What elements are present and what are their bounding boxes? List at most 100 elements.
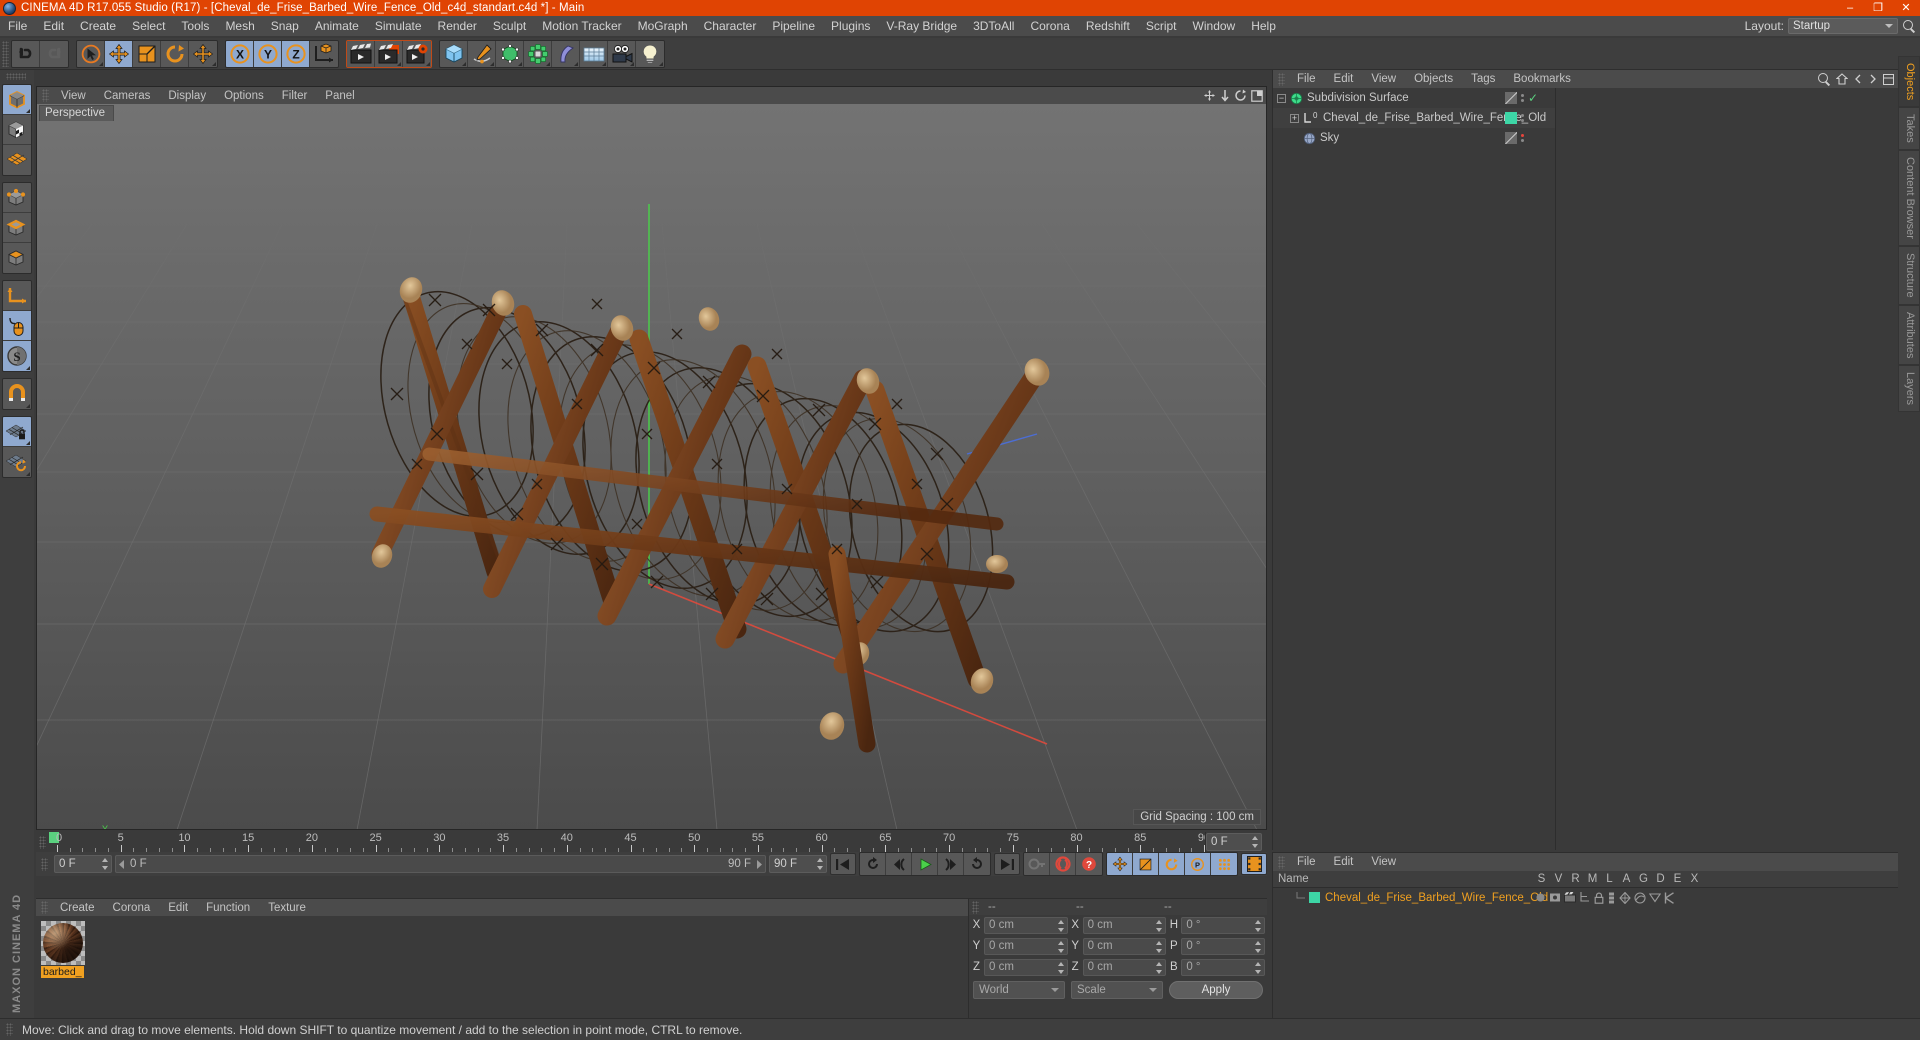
add-light-button[interactable]	[636, 40, 664, 67]
object-row[interactable]: − Subdivision Surface ✓	[1273, 88, 1555, 108]
menu-select[interactable]: Select	[124, 16, 173, 37]
attribute-menu-view[interactable]: View	[1362, 856, 1405, 868]
expand-icon[interactable]: +	[1290, 113, 1299, 123]
maximize-view-icon[interactable]	[1251, 89, 1263, 102]
spinner-icon[interactable]	[1255, 940, 1262, 953]
expression-icon[interactable]	[1649, 892, 1661, 903]
goto-start-button[interactable]	[830, 853, 856, 875]
menu-edit[interactable]: Edit	[35, 16, 72, 37]
forward-loop-button[interactable]	[964, 853, 990, 875]
spinner-icon[interactable]	[817, 858, 824, 870]
visibility-dots-icon[interactable]	[1521, 134, 1524, 142]
autokeying-button[interactable]	[1050, 853, 1076, 875]
menu-animate[interactable]: Animate	[307, 16, 367, 37]
menu-corona[interactable]: Corona	[1022, 16, 1077, 37]
keyframe-selection-button[interactable]: ?	[1076, 853, 1102, 875]
viewport-menu-cameras[interactable]: Cameras	[95, 90, 160, 102]
axis-y-button[interactable]: Y	[254, 40, 282, 67]
timeline-button[interactable]	[1241, 853, 1267, 875]
timeline-grip[interactable]	[39, 835, 46, 849]
spinner-icon[interactable]	[1252, 836, 1259, 848]
viewport-grip[interactable]	[42, 89, 49, 102]
material-tag-icon[interactable]	[1505, 112, 1517, 124]
viewport-camera-tab[interactable]: Perspective	[39, 105, 115, 121]
coordinate-system-dropdown[interactable]: World	[973, 981, 1065, 999]
panel-options-icon[interactable]	[1883, 73, 1894, 85]
add-cloner-button[interactable]	[524, 40, 552, 67]
timeline-ruler[interactable]: 0 5 10 15 20 25 30 35 40 45 50 55 60 65 70 75 80 85 90	[49, 832, 1205, 852]
spinner-icon[interactable]	[1156, 961, 1163, 974]
material-panel-grip[interactable]	[41, 901, 48, 914]
render-region-button[interactable]	[375, 40, 403, 67]
object-row[interactable]: +0 Cheval_de_Frise_Barbed_Wire_Fence_Old	[1273, 108, 1555, 128]
spinner-icon[interactable]	[1156, 919, 1163, 932]
scale-tool-button[interactable]	[133, 40, 161, 67]
menu-script[interactable]: Script	[1138, 16, 1185, 37]
add-generator-button[interactable]	[496, 40, 524, 67]
minimize-button[interactable]: –	[1836, 0, 1864, 16]
menu-character[interactable]: Character	[696, 16, 765, 37]
spinner-icon[interactable]	[1057, 940, 1065, 953]
texture-axis-button[interactable]	[3, 115, 31, 145]
vertical-tab-layers[interactable]: Layers	[1898, 365, 1920, 413]
play-backwards-button[interactable]	[860, 853, 886, 875]
position-field-z[interactable]: 0 cm	[984, 958, 1068, 976]
viewport-menu-view[interactable]: View	[52, 90, 95, 102]
transform-mode-dropdown[interactable]: Scale	[1071, 981, 1163, 999]
material-menu-texture[interactable]: Texture	[259, 902, 315, 914]
lock-icon[interactable]	[1594, 892, 1604, 904]
vertical-tab-attributes[interactable]: Attributes	[1898, 304, 1920, 366]
menu-window[interactable]: Window	[1185, 16, 1244, 37]
layout-dropdown[interactable]: Startup	[1788, 18, 1898, 34]
coordinates-grip[interactable]	[972, 900, 979, 914]
viewport-menu-filter[interactable]: Filter	[273, 90, 317, 102]
menu-mesh[interactable]: Mesh	[217, 16, 262, 37]
record-rotation-button[interactable]	[1159, 853, 1185, 875]
spinner-icon[interactable]	[102, 858, 109, 870]
rotation-field-h[interactable]: 0 °	[1181, 916, 1266, 934]
enable-axis-button[interactable]	[3, 145, 31, 175]
material-sphere-icon[interactable]	[41, 921, 85, 965]
rotation-field-b[interactable]: 0 °	[1181, 958, 1266, 976]
object-menu-tags[interactable]: Tags	[1462, 73, 1504, 85]
viewport-menu-options[interactable]: Options	[215, 90, 273, 102]
attribute-menu-edit[interactable]: Edit	[1325, 856, 1363, 868]
point-mode-button[interactable]	[3, 183, 31, 213]
search-icon[interactable]	[1817, 72, 1831, 86]
position-field-x[interactable]: 0 cm	[984, 916, 1068, 934]
menu-pipeline[interactable]: Pipeline	[764, 16, 823, 37]
pan-view-icon[interactable]	[1203, 89, 1216, 102]
axis-z-button[interactable]: Z	[282, 40, 310, 67]
axis-x-button[interactable]: X	[226, 40, 254, 67]
next-frame-button[interactable]	[938, 853, 964, 875]
world-object-coord-button[interactable]	[310, 40, 338, 67]
size-field-y[interactable]: 0 cm	[1082, 937, 1167, 955]
spinner-icon[interactable]	[1255, 919, 1262, 932]
spinner-icon[interactable]	[1057, 961, 1065, 974]
material-menu-create[interactable]: Create	[51, 902, 104, 914]
vertical-tab-objects[interactable]: Objects	[1898, 56, 1920, 108]
manager-icon[interactable]	[1579, 892, 1591, 903]
viewport-menu-display[interactable]: Display	[159, 90, 215, 102]
position-field-y[interactable]: 0 cm	[984, 937, 1068, 955]
object-menu-view[interactable]: View	[1362, 73, 1405, 85]
menu-help[interactable]: Help	[1243, 16, 1284, 37]
move-tool-button[interactable]	[105, 40, 133, 67]
zoom-view-icon[interactable]	[1220, 89, 1230, 102]
vertical-tab-takes[interactable]: Takes	[1898, 107, 1920, 151]
collapse-icon[interactable]: −	[1277, 93, 1286, 103]
menu-sculpt[interactable]: Sculpt	[485, 16, 534, 37]
menu-redshift[interactable]: Redshift	[1078, 16, 1138, 37]
object-menu-edit[interactable]: Edit	[1325, 73, 1363, 85]
menu-create[interactable]: Create	[72, 16, 124, 37]
viewport-solo-button[interactable]	[3, 311, 31, 341]
visible-icon[interactable]	[1549, 892, 1561, 903]
left-palette-grip[interactable]	[6, 73, 26, 80]
search-icon[interactable]	[1902, 19, 1916, 33]
add-cube-button[interactable]	[440, 40, 468, 67]
object-manager-grip[interactable]	[1278, 72, 1285, 86]
render-view-button[interactable]	[347, 40, 375, 67]
viewport-canvas[interactable]: Y X Z Grid Spacing : 100 cm	[37, 104, 1266, 829]
attribute-panel-grip[interactable]	[1278, 855, 1285, 869]
goto-end-button[interactable]	[994, 853, 1020, 875]
